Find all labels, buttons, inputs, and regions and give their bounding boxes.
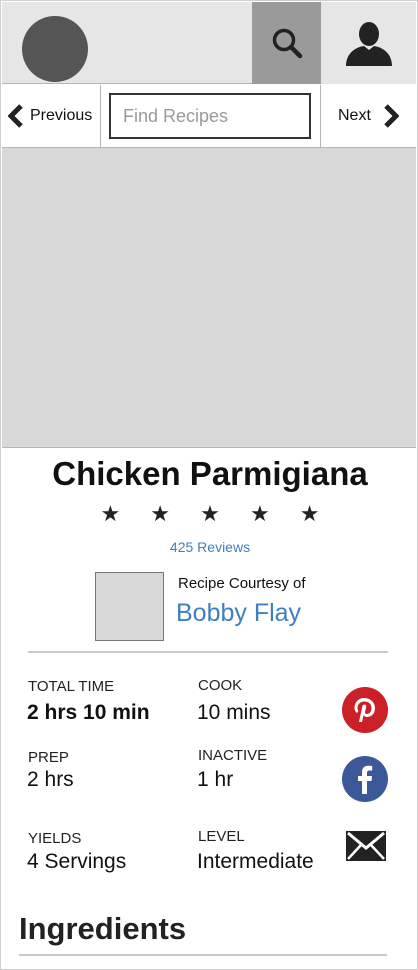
previous-label: Previous xyxy=(30,107,93,124)
chevron-left-icon xyxy=(8,104,23,128)
yields-label: YIELDS xyxy=(28,830,82,847)
recipe-nav-bar: Previous Next xyxy=(2,85,416,148)
total-time-value: 2 hrs 10 min xyxy=(27,701,150,724)
courtesy-label: Recipe Courtesy of xyxy=(178,575,306,592)
pinterest-share-button[interactable] xyxy=(342,687,388,733)
cook-value: 10 mins xyxy=(197,701,271,724)
level-label: LEVEL xyxy=(198,828,245,845)
facebook-icon xyxy=(358,765,373,794)
next-button[interactable]: Next xyxy=(320,85,416,147)
email-share-button[interactable] xyxy=(345,829,387,863)
facebook-share-button[interactable] xyxy=(342,756,388,802)
inactive-label: INACTIVE xyxy=(198,747,268,764)
total-time-label: TOTAL TIME xyxy=(28,678,115,695)
cook-label: COOK xyxy=(198,677,243,694)
reviews-link[interactable]: 425 Reviews xyxy=(1,539,418,555)
prep-label: PREP xyxy=(28,749,69,766)
previous-button[interactable]: Previous xyxy=(2,85,101,147)
next-label: Next xyxy=(338,107,371,124)
find-recipes-input[interactable] xyxy=(109,93,311,139)
chevron-right-icon xyxy=(384,104,399,128)
top-header xyxy=(2,2,416,84)
ingredients-heading: Ingredients xyxy=(19,911,187,946)
pinterest-icon xyxy=(354,698,375,722)
star-rating: ★ ★ ★ ★ ★ xyxy=(100,501,332,526)
author-avatar xyxy=(95,572,164,641)
prep-value: 2 hrs xyxy=(27,768,74,791)
level-value: Intermediate xyxy=(197,850,314,873)
email-icon xyxy=(346,831,386,861)
search-icon xyxy=(272,28,302,59)
search-button[interactable] xyxy=(252,2,321,84)
app-frame: Previous Next Chicken Parmigiana ★ ★ ★ ★… xyxy=(0,0,418,970)
yields-value: 4 Servings xyxy=(27,850,127,873)
user-account-button[interactable] xyxy=(321,2,416,84)
author-link[interactable]: Bobby Flay xyxy=(176,599,301,628)
ingredients-divider xyxy=(19,954,387,956)
recipe-title: Chicken Parmigiana xyxy=(52,455,368,492)
user-icon xyxy=(345,22,392,66)
recipe-image-placeholder xyxy=(2,148,416,448)
inactive-value: 1 hr xyxy=(197,768,234,791)
divider xyxy=(28,651,388,653)
logo-placeholder[interactable] xyxy=(22,16,88,82)
